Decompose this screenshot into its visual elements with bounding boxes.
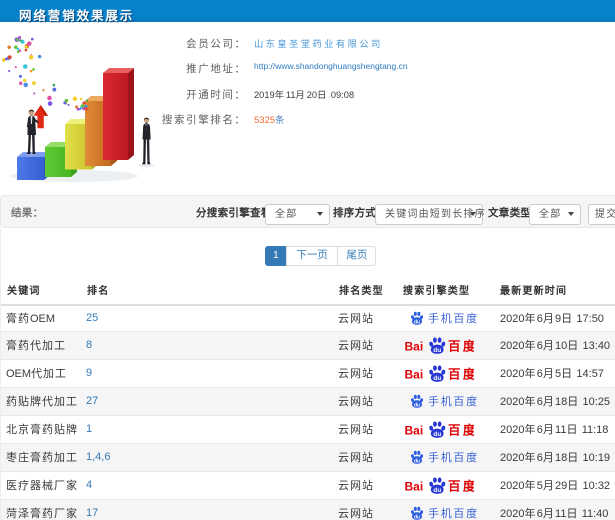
svg-text:du: du <box>433 347 441 354</box>
svg-text:du: du <box>433 431 441 438</box>
svg-text:du: du <box>433 375 441 382</box>
svg-text:du: du <box>414 515 420 520</box>
svg-text:百度: 百度 <box>448 478 474 493</box>
svg-text:Bai: Bai <box>405 479 424 493</box>
svg-text:du: du <box>414 320 420 326</box>
svg-text:Bai: Bai <box>405 367 424 381</box>
svg-text:du: du <box>433 487 441 494</box>
svg-text:du: du <box>414 459 420 465</box>
svg-text:Bai: Bai <box>405 423 424 437</box>
svg-text:百度: 百度 <box>448 366 474 381</box>
svg-text:Bai: Bai <box>405 339 424 353</box>
svg-text:百度: 百度 <box>448 338 474 353</box>
svg-text:百度: 百度 <box>448 422 474 437</box>
svg-text:du: du <box>414 403 420 409</box>
